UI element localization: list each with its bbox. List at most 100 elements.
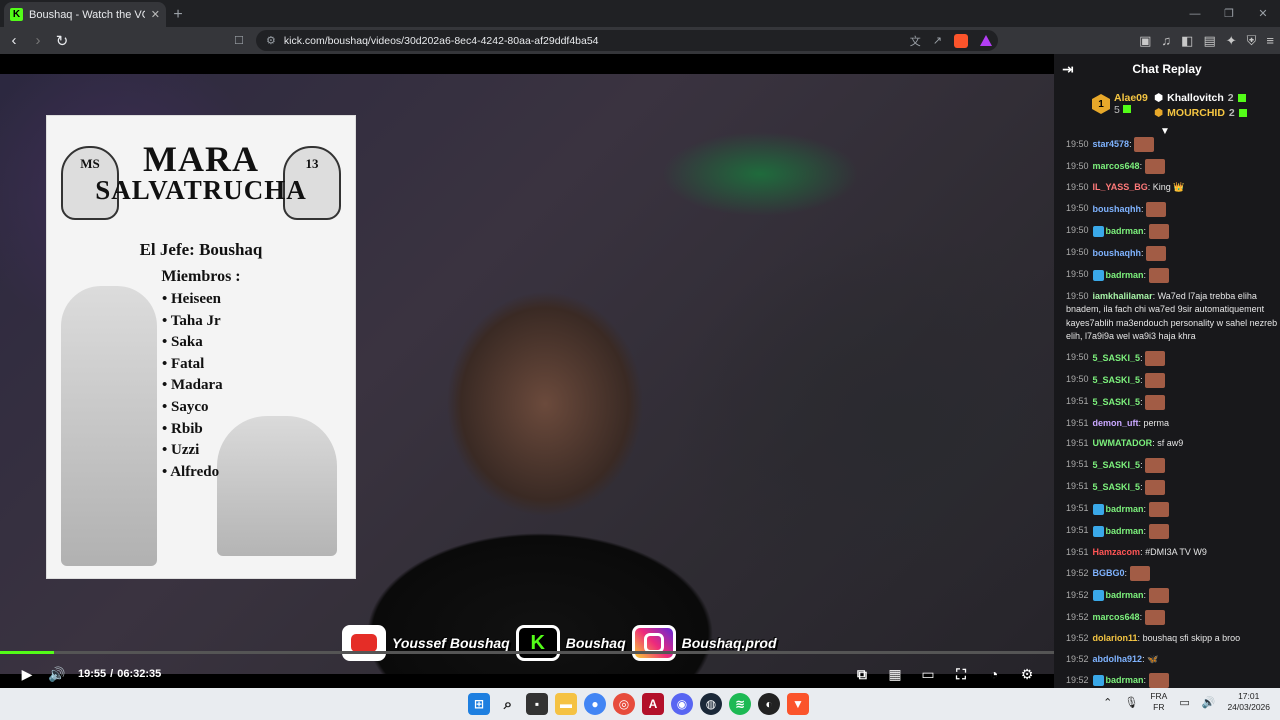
- adobe-icon[interactable]: A: [642, 693, 664, 715]
- message-username[interactable]: 5_SASKI_5: [1093, 352, 1141, 362]
- seek-bar[interactable]: [0, 651, 1054, 654]
- discord-icon[interactable]: ◉: [671, 693, 693, 715]
- video-player[interactable]: MS 13 MARA SALVATRUCHA El Jefe: Boushaq …: [0, 54, 1054, 688]
- video-frame[interactable]: MS 13 MARA SALVATRUCHA El Jefe: Boushaq …: [0, 74, 1054, 674]
- message-username[interactable]: iamkhalilamar: [1093, 291, 1153, 301]
- sidebar-icon[interactable]: ◧: [1181, 33, 1193, 49]
- microphone-icon[interactable]: 🎙: [1124, 696, 1138, 709]
- wallet-icon[interactable]: ▤: [1203, 33, 1215, 49]
- message-timestamp: 19:52: [1066, 674, 1089, 685]
- collapse-chat-icon[interactable]: ⇥: [1062, 61, 1074, 78]
- start-icon[interactable]: ⊞: [468, 693, 490, 715]
- message-timestamp: 19:52: [1066, 567, 1089, 578]
- leo-icon[interactable]: ✦: [1226, 33, 1237, 49]
- emote-icon: [1145, 457, 1166, 473]
- leader-first[interactable]: 1 Alae09 5: [1092, 92, 1148, 116]
- tray-expand-icon[interactable]: ⌃: [1103, 696, 1112, 709]
- reload-icon[interactable]: ↻: [52, 30, 72, 52]
- message-username[interactable]: badrman: [1106, 503, 1144, 513]
- file-explorer-icon[interactable]: ▬: [555, 693, 577, 715]
- message-username[interactable]: abdolha912: [1093, 654, 1143, 664]
- message-username[interactable]: badrman: [1106, 525, 1144, 535]
- message-username[interactable]: badrman: [1106, 269, 1144, 279]
- clip-icon[interactable]: ▦: [882, 661, 908, 687]
- message-username[interactable]: BGBG0: [1093, 568, 1125, 578]
- message-username[interactable]: 5_SASKI_5: [1093, 374, 1141, 384]
- clock[interactable]: 17:01 24/03/2026: [1227, 691, 1270, 713]
- message-username[interactable]: 5_SASKI_5: [1093, 481, 1141, 491]
- message-timestamp: 19:51: [1066, 459, 1089, 470]
- menu-icon[interactable]: ≡: [1266, 33, 1274, 48]
- message-username[interactable]: star4578: [1093, 139, 1130, 149]
- language-indicator[interactable]: FRA FR: [1150, 691, 1167, 713]
- theater-icon[interactable]: ▭: [915, 661, 941, 687]
- close-window-icon[interactable]: ✕: [1246, 0, 1280, 27]
- vpn-icon[interactable]: ⛨: [1247, 33, 1257, 49]
- minimize-icon[interactable]: —: [1178, 0, 1212, 27]
- network-icon[interactable]: ▭: [1179, 696, 1189, 709]
- emote-icon: [1148, 267, 1169, 283]
- expand-leaderboard-icon[interactable]: ▼: [1160, 126, 1170, 137]
- obs-icon[interactable]: ◐: [758, 693, 780, 715]
- settings-icon[interactable]: ⚙: [1014, 661, 1040, 687]
- play-icon[interactable]: ▶: [14, 661, 40, 687]
- close-tab-icon[interactable]: ✕: [151, 8, 160, 21]
- chat-header: ⇥ Chat Replay: [1054, 54, 1280, 84]
- emote-icon: [1145, 350, 1166, 366]
- miniplayer-icon[interactable]: ⧉: [849, 661, 875, 687]
- chat-message: 19:50 marcos648:: [1066, 159, 1280, 174]
- address-bar[interactable]: ☐ ⚙ kick.com/boushaq/videos/30d202a6-8ec…: [234, 30, 998, 51]
- steam-icon[interactable]: ◍: [700, 693, 722, 715]
- screenshot-icon[interactable]: ▣: [1139, 33, 1151, 49]
- new-tab-button[interactable]: +: [166, 2, 190, 27]
- share-icon[interactable]: ↗: [933, 34, 942, 47]
- app-red-icon[interactable]: ◎: [613, 693, 635, 715]
- message-username[interactable]: dolarion11: [1093, 633, 1138, 643]
- gift-leaderboard: 1 Alae09 5 ⬢ Khallovitch 2 ⬢ MOURCHID 2 ▼: [1054, 84, 1280, 137]
- chat-message: 19:51 badrman:: [1066, 501, 1280, 517]
- task-view-icon[interactable]: ▪: [526, 693, 548, 715]
- emote-icon: [1146, 245, 1167, 261]
- message-username[interactable]: badrman: [1106, 590, 1144, 600]
- spotify-icon[interactable]: ≋: [729, 693, 751, 715]
- message-username[interactable]: Hamzacom: [1093, 547, 1141, 557]
- url-text[interactable]: kick.com/boushaq/videos/30d202a6-8ec4-42…: [284, 35, 599, 47]
- site-info-icon[interactable]: ⚙: [266, 34, 276, 47]
- message-username[interactable]: marcos648: [1093, 612, 1140, 622]
- subscriber-badge-icon: [1092, 675, 1104, 686]
- chat-message: 19:52 dolarion11: boushaq sfi skipp a bro…: [1066, 632, 1280, 646]
- message-username[interactable]: boushaqhh: [1093, 203, 1142, 213]
- message-username[interactable]: badrman: [1106, 225, 1144, 235]
- maximize-icon[interactable]: ❐: [1212, 0, 1246, 27]
- subscriber-badge-icon: [1092, 225, 1104, 237]
- brave-rewards-icon[interactable]: [980, 35, 992, 46]
- volume-tray-icon[interactable]: 🔊: [1202, 696, 1216, 709]
- speed-icon[interactable]: ◔: [981, 661, 1007, 687]
- message-username[interactable]: UWMATADOR: [1093, 438, 1153, 448]
- leader-third[interactable]: ⬢ MOURCHID 2: [1154, 107, 1247, 119]
- browser-tab[interactable]: K Boushaq - Watch the VOD on Ki ✕: [4, 2, 166, 27]
- message-username[interactable]: boushaqhh: [1093, 247, 1142, 257]
- music-icon[interactable]: ♫: [1161, 33, 1171, 48]
- message-username[interactable]: badrman: [1106, 675, 1144, 685]
- message-username[interactable]: 5_SASKI_5: [1093, 396, 1141, 406]
- brave-shields-icon[interactable]: [954, 33, 968, 48]
- forward-icon[interactable]: ›: [28, 30, 48, 52]
- volume-icon[interactable]: 🔊: [44, 661, 70, 687]
- bookmark-icon[interactable]: ☐: [234, 34, 244, 47]
- back-icon[interactable]: ‹: [4, 30, 24, 52]
- message-username[interactable]: demon_uft: [1093, 418, 1139, 428]
- message-username[interactable]: marcos648: [1093, 161, 1140, 171]
- brave-taskbar-icon[interactable]: ▼: [787, 693, 809, 715]
- fullscreen-icon[interactable]: ⛶: [948, 661, 974, 687]
- search-icon[interactable]: ⌕: [497, 693, 519, 715]
- poster-title-line1: MARA: [143, 139, 259, 179]
- message-username[interactable]: IL_YASS_BG: [1093, 182, 1148, 192]
- translate-icon[interactable]: 文: [910, 33, 921, 49]
- leader-second[interactable]: ⬢ Khallovitch 2: [1154, 92, 1247, 104]
- chat-message: 19:52 badrman:: [1066, 588, 1280, 603]
- chat-message: 19:51 UWMATADOR: sf aw9: [1066, 437, 1280, 451]
- mara-salvatrucha-poster: MS 13 MARA SALVATRUCHA El Jefe: Boushaq …: [46, 115, 356, 579]
- chrome-icon[interactable]: ●: [584, 693, 606, 715]
- message-username[interactable]: 5_SASKI_5: [1093, 459, 1141, 469]
